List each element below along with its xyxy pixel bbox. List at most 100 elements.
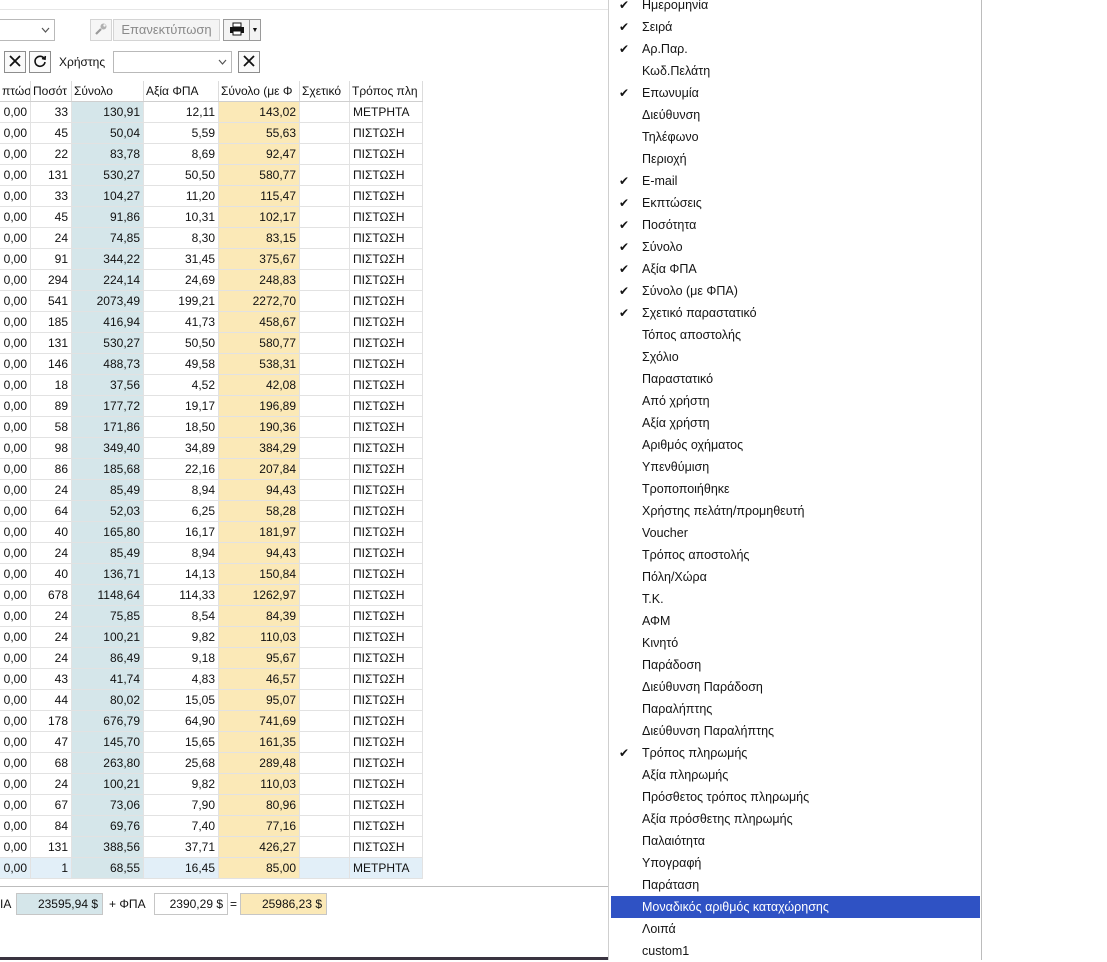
table-row[interactable]: 0,00 44 80,02 15,05 95,07 ΠΙΣΤΩΣΗ (0, 690, 423, 711)
table-row[interactable]: 0,00 45 91,86 10,31 102,17 ΠΙΣΤΩΣΗ (0, 207, 423, 228)
menu-item-column-toggle[interactable]: ✔ Αξία ΦΠΑ (611, 258, 980, 280)
cell-vat: 4,83 (144, 669, 219, 690)
menu-item-column-toggle[interactable]: ✔ Εκπτώσεις (611, 192, 980, 214)
clear-user-filter-button[interactable] (238, 51, 260, 73)
menu-item-column-toggle[interactable]: Υπενθύμιση (611, 456, 980, 478)
menu-item-column-toggle[interactable]: Αξία πληρωμής (611, 764, 980, 786)
menu-item-column-toggle[interactable]: Από χρήστη (611, 390, 980, 412)
clear-filter-button[interactable] (4, 51, 26, 73)
table-row[interactable]: 0,00 24 75,85 8,54 84,39 ΠΙΣΤΩΣΗ (0, 606, 423, 627)
menu-item-column-toggle[interactable]: ✔ Ημερομηνία (611, 0, 980, 16)
menu-item-column-toggle[interactable]: Παλαιότητα (611, 830, 980, 852)
menu-item-column-toggle[interactable]: Αριθμός οχήματος (611, 434, 980, 456)
wrench-button[interactable] (90, 19, 112, 41)
menu-item-column-toggle[interactable]: Μοναδικός αριθμός καταχώρησης (611, 896, 980, 918)
table-row[interactable]: 0,00 24 74,85 8,30 83,15 ΠΙΣΤΩΣΗ (0, 228, 423, 249)
menu-item-column-toggle[interactable]: Τροποποιήθηκε (611, 478, 980, 500)
caret-down-icon: ▼ (251, 26, 259, 34)
table-row[interactable]: 0,00 89 177,72 19,17 196,89 ΠΙΣΤΩΣΗ (0, 396, 423, 417)
table-row[interactable]: 0,00 91 344,22 31,45 375,67 ΠΙΣΤΩΣΗ (0, 249, 423, 270)
menu-item-column-toggle[interactable]: ✔ Σύνολο (με ΦΠΑ) (611, 280, 980, 302)
table-row[interactable]: 0,00 33 130,91 12,11 143,02 ΜΕΤΡΗΤΑ (0, 102, 423, 123)
cell-total: 75,85 (72, 606, 144, 627)
menu-item-column-toggle[interactable]: Τόπος αποστολής (611, 324, 980, 346)
menu-item-column-toggle[interactable]: ✔ Ποσότητα (611, 214, 980, 236)
table-row[interactable]: 0,00 22 83,78 8,69 92,47 ΠΙΣΤΩΣΗ (0, 144, 423, 165)
table-row[interactable]: 0,00 1 68,55 16,45 85,00 ΜΕΤΡΗΤΑ (0, 858, 423, 879)
menu-item-column-toggle[interactable]: Περιοχή (611, 148, 980, 170)
table-row[interactable]: 0,00 43 41,74 4,83 46,57 ΠΙΣΤΩΣΗ (0, 669, 423, 690)
filter-dropdown[interactable] (0, 19, 55, 41)
menu-item-column-toggle[interactable]: custom1 (611, 940, 980, 962)
menu-item-column-toggle[interactable]: Υπογραφή (611, 852, 980, 874)
table-row[interactable]: 0,00 24 100,21 9,82 110,03 ΠΙΣΤΩΣΗ (0, 627, 423, 648)
menu-item-column-toggle[interactable]: Διεύθυνση Παραλήπτης (611, 720, 980, 742)
table-row[interactable]: 0,00 24 100,21 9,82 110,03 ΠΙΣΤΩΣΗ (0, 774, 423, 795)
table-row[interactable]: 0,00 33 104,27 11,20 115,47 ΠΙΣΤΩΣΗ (0, 186, 423, 207)
menu-item-column-toggle[interactable]: Αξία χρήστη (611, 412, 980, 434)
menu-item-column-toggle[interactable]: Χρήστης πελάτη/προμηθευτή (611, 500, 980, 522)
menu-item-column-toggle[interactable]: ✔ E-mail (611, 170, 980, 192)
menu-item-column-toggle[interactable]: Παραστατικό (611, 368, 980, 390)
table-row[interactable]: 0,00 98 349,40 34,89 384,29 ΠΙΣΤΩΣΗ (0, 438, 423, 459)
table-row[interactable]: 0,00 185 416,94 41,73 458,67 ΠΙΣΤΩΣΗ (0, 312, 423, 333)
table-row[interactable]: 0,00 131 388,56 37,71 426,27 ΠΙΣΤΩΣΗ (0, 837, 423, 858)
menu-item-column-toggle[interactable]: Τηλέφωνο (611, 126, 980, 148)
menu-item-column-toggle[interactable]: ✔ Επωνυμία (611, 82, 980, 104)
table-row[interactable]: 0,00 24 85,49 8,94 94,43 ΠΙΣΤΩΣΗ (0, 480, 423, 501)
table-row[interactable]: 0,00 40 136,71 14,13 150,84 ΠΙΣΤΩΣΗ (0, 564, 423, 585)
column-header-gross[interactable]: Σύνολο (με Φ (219, 81, 300, 101)
table-row[interactable]: 0,00 47 145,70 15,65 161,35 ΠΙΣΤΩΣΗ (0, 732, 423, 753)
menu-item-column-toggle[interactable]: ✔ Τρόπος πληρωμής (611, 742, 980, 764)
table-row[interactable]: 0,00 45 50,04 5,59 55,63 ΠΙΣΤΩΣΗ (0, 123, 423, 144)
table-row[interactable]: 0,00 64 52,03 6,25 58,28 ΠΙΣΤΩΣΗ (0, 501, 423, 522)
table-row[interactable]: 0,00 131 530,27 50,50 580,77 ΠΙΣΤΩΣΗ (0, 165, 423, 186)
table-row[interactable]: 0,00 67 73,06 7,90 80,96 ΠΙΣΤΩΣΗ (0, 795, 423, 816)
column-header-total[interactable]: Σύνολο (72, 81, 144, 101)
menu-item-column-toggle[interactable]: Πρόσθετος τρόπος πληρωμής (611, 786, 980, 808)
refresh-button[interactable] (29, 51, 51, 73)
table-row[interactable]: 0,00 294 224,14 24,69 248,83 ΠΙΣΤΩΣΗ (0, 270, 423, 291)
reprint-button[interactable]: Επανεκτύπωση (113, 19, 220, 41)
table-row[interactable]: 0,00 24 86,49 9,18 95,67 ΠΙΣΤΩΣΗ (0, 648, 423, 669)
table-row[interactable]: 0,00 541 2073,49 199,21 2272,70 ΠΙΣΤΩΣΗ (0, 291, 423, 312)
table-row[interactable]: 0,00 24 85,49 8,94 94,43 ΠΙΣΤΩΣΗ (0, 543, 423, 564)
menu-item-column-toggle[interactable]: Τ.Κ. (611, 588, 980, 610)
user-filter-dropdown[interactable] (113, 51, 232, 73)
menu-item-column-toggle[interactable]: Παράδοση (611, 654, 980, 676)
column-header-vat[interactable]: Αξία ΦΠΑ (144, 81, 219, 101)
menu-item-column-toggle[interactable]: ✔ Σχετικό παραστατικό (611, 302, 980, 324)
menu-item-column-toggle[interactable]: ✔ Σειρά (611, 16, 980, 38)
menu-item-column-toggle[interactable]: Λοιπά (611, 918, 980, 940)
menu-item-column-toggle[interactable]: Διεύθυνση (611, 104, 980, 126)
menu-item-column-toggle[interactable]: Πόλη/Χώρα (611, 566, 980, 588)
table-row[interactable]: 0,00 84 69,76 7,40 77,16 ΠΙΣΤΩΣΗ (0, 816, 423, 837)
print-button[interactable] (223, 19, 250, 41)
menu-item-column-toggle[interactable]: Παράταση (611, 874, 980, 896)
table-row[interactable]: 0,00 131 530,27 50,50 580,77 ΠΙΣΤΩΣΗ (0, 333, 423, 354)
menu-item-column-toggle[interactable]: ✔ Σύνολο (611, 236, 980, 258)
table-row[interactable]: 0,00 68 263,80 25,68 289,48 ΠΙΣΤΩΣΗ (0, 753, 423, 774)
table-row[interactable]: 0,00 178 676,79 64,90 741,69 ΠΙΣΤΩΣΗ (0, 711, 423, 732)
menu-item-column-toggle[interactable]: Voucher (611, 522, 980, 544)
print-options-dropdown[interactable]: ▼ (250, 19, 261, 41)
menu-item-column-toggle[interactable]: Σχόλιο (611, 346, 980, 368)
menu-item-column-toggle[interactable]: Παραλήπτης (611, 698, 980, 720)
menu-item-column-toggle[interactable]: Κινητό (611, 632, 980, 654)
menu-item-column-toggle[interactable]: ΑΦΜ (611, 610, 980, 632)
menu-item-column-toggle[interactable]: Κωδ.Πελάτη (611, 60, 980, 82)
table-row[interactable]: 0,00 58 171,86 18,50 190,36 ΠΙΣΤΩΣΗ (0, 417, 423, 438)
table-row[interactable]: 0,00 678 1148,64 114,33 1262,97 ΠΙΣΤΩΣΗ (0, 585, 423, 606)
column-header-payment[interactable]: Τρόπος πλη (350, 81, 423, 101)
column-header-related[interactable]: Σχετικό (300, 81, 350, 101)
menu-item-column-toggle[interactable]: Αξία πρόσθετης πληρωμής (611, 808, 980, 830)
menu-item-column-toggle[interactable]: ✔ Αρ.Παρ. (611, 38, 980, 60)
table-row[interactable]: 0,00 18 37,56 4,52 42,08 ΠΙΣΤΩΣΗ (0, 375, 423, 396)
menu-item-column-toggle[interactable]: Τρόπος αποστολής (611, 544, 980, 566)
table-row[interactable]: 0,00 40 165,80 16,17 181,97 ΠΙΣΤΩΣΗ (0, 522, 423, 543)
column-header-disc[interactable]: πτώσ (0, 81, 31, 101)
table-row[interactable]: 0,00 86 185,68 22,16 207,84 ΠΙΣΤΩΣΗ (0, 459, 423, 480)
table-row[interactable]: 0,00 146 488,73 49,58 538,31 ΠΙΣΤΩΣΗ (0, 354, 423, 375)
column-header-qty[interactable]: Ποσότ (31, 81, 72, 101)
menu-item-column-toggle[interactable]: Διεύθυνση Παράδοση (611, 676, 980, 698)
